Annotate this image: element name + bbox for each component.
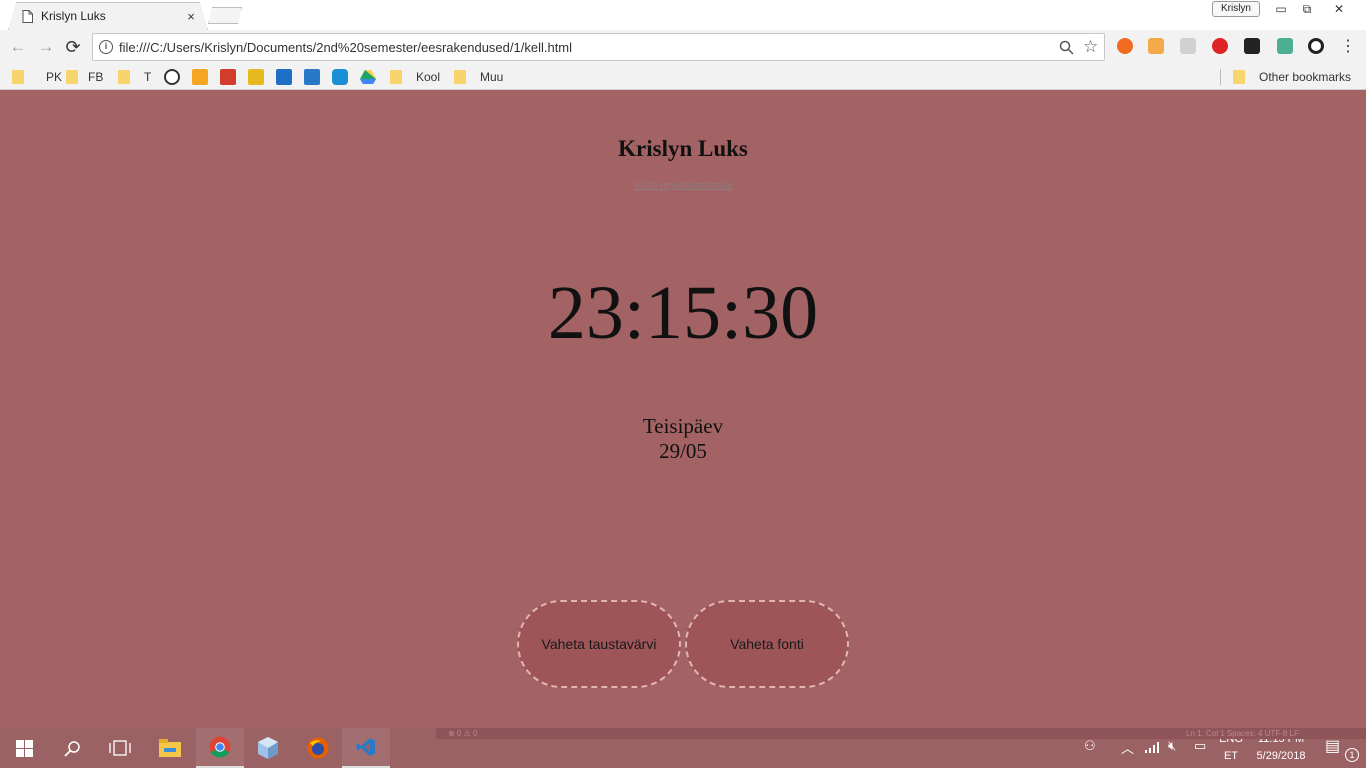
network-signal-icon[interactable] xyxy=(1145,741,1161,753)
extension-id-icon[interactable] xyxy=(1180,38,1196,54)
background-editor-status-strip: ⊗ 0 ⚠ 0 Ln 1, Col 1 Spaces: 4 UTF-8 LF xyxy=(436,728,1366,739)
cursor-position-indicator: Ln 1, Col 1 Spaces: 4 UTF-8 LF xyxy=(1186,729,1299,738)
tab-close-icon[interactable]: × xyxy=(184,9,198,24)
info-icon[interactable]: i xyxy=(99,40,113,54)
minimize-icon[interactable]: ▭ xyxy=(1268,0,1294,18)
taskbar-virtualbox[interactable] xyxy=(244,728,292,768)
bookmark-pk[interactable]: PK xyxy=(12,69,62,85)
bookmarks-bar: PK FB T Kool Muu Other bookmarks xyxy=(0,64,1366,90)
bookmark-t[interactable]: T xyxy=(118,69,151,85)
show-hidden-icons-chevron[interactable]: ︿ xyxy=(1121,738,1134,757)
bookmark-docs[interactable] xyxy=(304,69,320,85)
search-button[interactable] xyxy=(48,728,96,768)
volume-muted-icon[interactable]: 🔇︎ xyxy=(1168,738,1176,754)
notification-count-badge: 1 xyxy=(1345,748,1359,762)
folder-icon xyxy=(12,70,24,84)
page-content: Krislyn Luks Viide repositooriumile 23:1… xyxy=(0,90,1366,728)
tab-strip: Krislyn Luks × Krislyn ▭ ⧉ ✕ xyxy=(0,0,1366,30)
imdb-icon xyxy=(248,69,264,85)
battery-icon[interactable]: ▭ xyxy=(1194,738,1206,754)
taskbar-file-explorer[interactable] xyxy=(146,728,194,768)
address-bar[interactable]: i file:///C:/Users/Krislyn/Documents/2nd… xyxy=(92,33,1105,61)
restore-icon[interactable]: ⧉ xyxy=(1294,0,1320,18)
os-logo-icon xyxy=(220,69,236,85)
extension-deer-icon[interactable] xyxy=(1148,38,1164,54)
folder-icon xyxy=(1233,70,1245,84)
extension-fire-icon[interactable] xyxy=(1117,38,1133,54)
task-view-button[interactable] xyxy=(96,728,144,768)
bookmark-outlook[interactable] xyxy=(276,69,292,85)
extension-cat-icon[interactable] xyxy=(1244,38,1260,54)
clock-display: 23:15:30 xyxy=(547,271,819,355)
vscode-icon xyxy=(356,738,375,756)
magnifier-icon xyxy=(164,69,180,85)
firefox-icon xyxy=(307,737,329,759)
chrome-icon xyxy=(209,736,231,758)
bookmark-search-site[interactable] xyxy=(164,69,180,85)
problems-indicator: ⊗ 0 ⚠ 0 xyxy=(448,729,478,738)
folder-explorer-icon xyxy=(159,739,181,757)
taskbar-chrome[interactable] xyxy=(196,728,244,768)
taskbar-vscode[interactable] xyxy=(342,728,390,768)
repository-link[interactable]: Viide repositooriumile xyxy=(0,179,1366,191)
bookmark-app[interactable] xyxy=(332,69,348,85)
docs-icon xyxy=(304,69,320,85)
action-center-icon[interactable]: ▤ xyxy=(1325,736,1340,756)
task-view-icon xyxy=(109,740,131,756)
date-label: 29/05 xyxy=(659,439,707,463)
other-bookmarks[interactable]: Other bookmarks xyxy=(1233,69,1351,85)
outlook-icon xyxy=(276,69,292,85)
cube-app-icon xyxy=(258,737,278,759)
profile-button[interactable]: Krislyn xyxy=(1212,1,1260,17)
weekday-label: Teisipäev xyxy=(642,414,724,438)
taskbar-firefox[interactable] xyxy=(294,728,342,768)
people-icon[interactable]: ⚇ xyxy=(1084,738,1096,754)
bookmark-separator xyxy=(1220,69,1221,85)
tab-title: Krislyn Luks xyxy=(41,9,106,23)
new-tab-button[interactable] xyxy=(208,7,242,24)
page-icon xyxy=(22,9,33,23)
bookmark-muu[interactable]: Muu xyxy=(454,69,503,85)
bookmark-imdb[interactable] xyxy=(248,69,264,85)
folder-icon xyxy=(118,70,130,84)
bookmark-p-site[interactable] xyxy=(192,69,208,85)
folder-icon xyxy=(66,70,78,84)
change-background-button[interactable]: Vaheta taustavärvi xyxy=(517,600,681,688)
change-font-button[interactable]: Vaheta fonti xyxy=(685,600,849,688)
app-icon xyxy=(332,69,348,85)
windows-logo-icon xyxy=(15,739,33,757)
browser-tab-content: Krislyn Luks × xyxy=(22,2,198,30)
extension-reader-icon[interactable] xyxy=(1277,38,1293,54)
extension-sync-icon[interactable] xyxy=(1308,38,1324,54)
start-button[interactable] xyxy=(0,728,48,768)
back-arrow-icon[interactable]: ← xyxy=(8,37,28,57)
page-title: Krislyn Luks xyxy=(618,136,748,161)
bookmark-fb[interactable]: FB xyxy=(66,69,103,85)
bookmark-kool[interactable]: Kool xyxy=(390,69,440,85)
bookmark-star-icon[interactable]: ☆ xyxy=(1083,37,1098,57)
folder-icon xyxy=(454,70,466,84)
close-window-icon[interactable]: ✕ xyxy=(1326,0,1352,18)
zoom-icon[interactable] xyxy=(1059,40,1074,55)
url-text: file:///C:/Users/Krislyn/Documents/2nd%2… xyxy=(119,40,573,55)
bookmark-os-site[interactable] xyxy=(220,69,236,85)
folder-icon xyxy=(390,70,402,84)
bookmark-drive[interactable] xyxy=(360,69,376,85)
menu-dots-icon[interactable]: ⋮ xyxy=(1338,37,1358,57)
browser-chrome: Krislyn Luks × Krislyn ▭ ⧉ ✕ ← → ⟳ i fil… xyxy=(0,0,1366,90)
extension-opera-icon[interactable] xyxy=(1212,38,1228,54)
forward-arrow-icon[interactable]: → xyxy=(36,37,56,57)
drive-icon xyxy=(360,70,376,84)
search-icon xyxy=(63,740,80,757)
p-logo-icon xyxy=(192,69,208,85)
reload-icon[interactable]: ⟳ xyxy=(63,37,83,57)
browser-toolbar: ← → ⟳ i file:///C:/Users/Krislyn/Documen… xyxy=(0,30,1366,64)
